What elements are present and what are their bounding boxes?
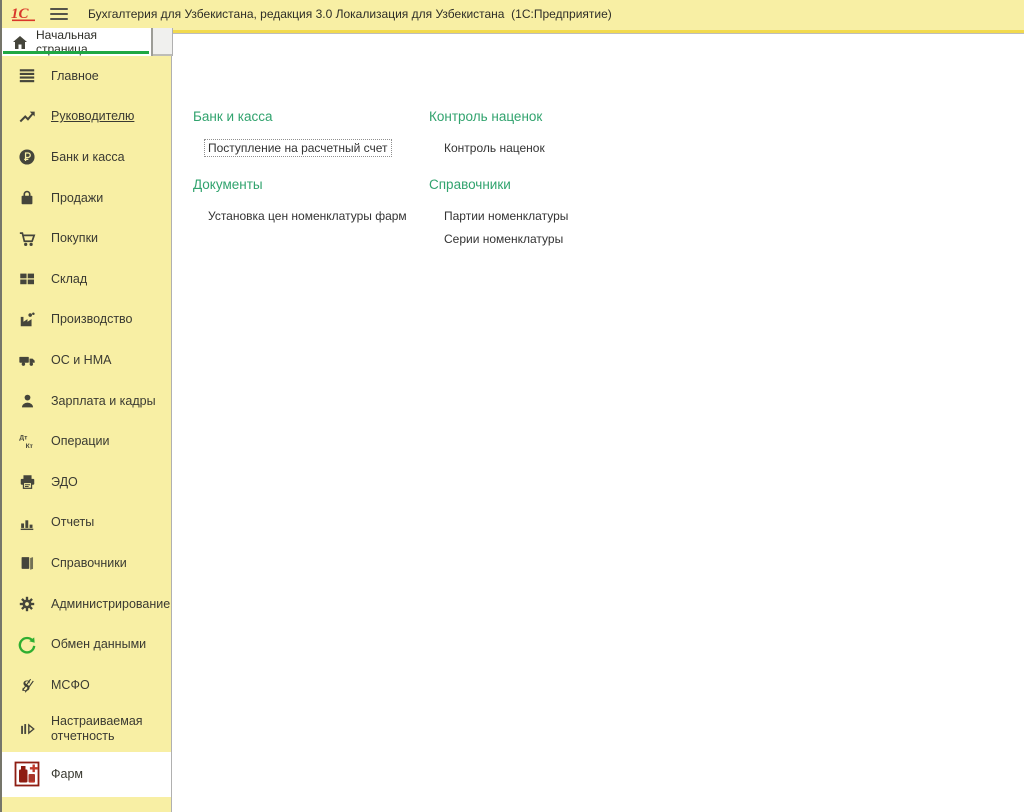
bar-chart-icon: [14, 514, 40, 532]
svg-text:Дт: Дт: [19, 435, 28, 442]
ifrs-icon: S: [14, 676, 40, 695]
shopping-cart-icon: [14, 230, 40, 248]
sidebar-item-main[interactable]: Главное: [2, 56, 171, 97]
sidebar-item-directories[interactable]: Справочники: [2, 543, 171, 584]
debit-credit-icon: Дт Кт: [14, 432, 40, 451]
factory-icon: [14, 311, 40, 329]
section-title[interactable]: Справочники: [429, 177, 572, 192]
pharmacy-icon: [14, 761, 40, 787]
truck-icon: [14, 351, 40, 369]
person-icon: [14, 392, 40, 410]
tab-home-page[interactable]: Начальная страница: [2, 28, 151, 56]
home-icon: [13, 36, 27, 49]
link-incoming-payment[interactable]: Поступление на расчетный счет: [204, 139, 392, 157]
sidebar-item-data-exchange[interactable]: Обмен данными: [2, 624, 171, 665]
books-icon: [14, 554, 40, 572]
sidebar-item-administration[interactable]: Администрирование: [2, 584, 171, 625]
sidebar-item-reports[interactable]: Отчеты: [2, 503, 171, 544]
sidebar-item-production[interactable]: Производство: [2, 300, 171, 341]
section-title[interactable]: Контроль наценок: [429, 109, 572, 124]
1c-logo-icon: 1С: [10, 5, 38, 23]
sidebar-item-ifrs[interactable]: S МСФО: [2, 665, 171, 706]
sidebar-item-sales[interactable]: Продажи: [2, 178, 171, 219]
link-markup-control[interactable]: Контроль наценок: [440, 139, 549, 157]
sections-panel: Главное Руководителю Б: [2, 56, 172, 812]
menu-lines-icon: [14, 67, 40, 85]
section-title[interactable]: Документы: [193, 177, 429, 192]
link-nomenclature-series[interactable]: Серии номенклатуры: [440, 230, 567, 248]
section-documents: Документы Установка цен номенклатуры фар…: [193, 177, 429, 250]
app-window: 1С Бухгалтерия для Узбекистана, редакция…: [0, 0, 1024, 812]
sidebar-item-edo[interactable]: ЭДО: [2, 462, 171, 503]
main-menu-icon[interactable]: [50, 8, 68, 20]
sidebar-item-warehouse[interactable]: Склад: [2, 259, 171, 300]
trend-up-icon: [14, 108, 40, 126]
link-nomenclature-batches[interactable]: Партии номенклатуры: [440, 207, 572, 225]
sidebar-item-custom-reporting[interactable]: Настраиваемая отчетность: [2, 706, 171, 752]
sidebar-item-bank-cash[interactable]: Банк и касса: [2, 137, 171, 178]
titlebar: 1С Бухгалтерия для Узбекистана, редакция…: [2, 0, 1024, 28]
tab-label: Начальная страница: [36, 28, 151, 56]
sidebar-item-pharm[interactable]: Фарм: [2, 752, 171, 797]
tab-bar: Начальная страница: [2, 28, 1024, 56]
section-markup-control: Контроль наценок Контроль наценок: [429, 109, 572, 159]
tab-filler: [153, 28, 172, 56]
window-title: Бухгалтерия для Узбекистана, редакция 3.…: [88, 7, 612, 21]
pallet-grid-icon: [14, 270, 40, 288]
main-area: Главное Руководителю Б: [2, 56, 1024, 812]
sidebar-item-salary-hr[interactable]: Зарплата и кадры: [2, 381, 171, 422]
link-pharm-price-setting[interactable]: Установка цен номенклатуры фарм: [204, 207, 411, 225]
sidebar-item-operations[interactable]: Дт Кт Операции: [2, 421, 171, 462]
custom-report-icon: [14, 720, 40, 738]
section-bank-cash: Банк и касса Поступление на расчетный сч…: [193, 109, 429, 159]
ruble-coin-icon: [14, 148, 40, 166]
sidebar-item-fixed-assets[interactable]: ОС и НМА: [2, 340, 171, 381]
section-directories: Справочники Партии номенклатуры Серии но…: [429, 177, 572, 250]
sidebar-item-purchases[interactable]: Покупки: [2, 218, 171, 259]
sidebar-footer: [2, 797, 171, 812]
sync-icon: [14, 636, 40, 654]
tabbar-spacer: [172, 28, 1024, 56]
section-title[interactable]: Банк и касса: [193, 109, 429, 124]
home-page-content: Банк и касса Поступление на расчетный сч…: [172, 56, 1024, 812]
svg-text:Кт: Кт: [26, 443, 34, 450]
sidebar-item-manager[interactable]: Руководителю: [2, 97, 171, 138]
document-exchange-icon: [14, 473, 40, 491]
gear-icon: [14, 595, 40, 613]
shopping-bag-icon: [14, 189, 40, 207]
